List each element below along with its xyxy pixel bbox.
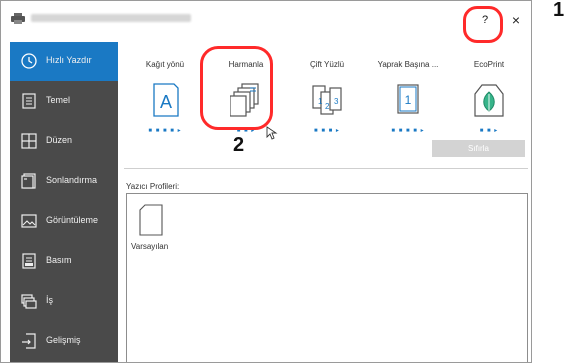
sidebar-item-imaging[interactable]: Görüntüleme xyxy=(10,202,118,241)
tile-orientation[interactable]: Kağıt yönü A ■ ■ ■ ■ ▸ xyxy=(125,50,205,160)
close-button[interactable]: × xyxy=(506,11,526,29)
tile-label: Kağıt yönü xyxy=(145,60,185,69)
svg-text:2: 2 xyxy=(325,102,330,111)
printer-profiles-list[interactable]: Varsayılan xyxy=(126,193,528,362)
sidebar: Hızlı Yazdır Temel Düzen Sonlandırma Gör… xyxy=(10,42,118,362)
arrow-into-page-icon xyxy=(22,333,36,349)
reset-button[interactable]: Sıfırla xyxy=(432,140,525,157)
sidebar-item-basic[interactable]: Temel xyxy=(10,82,118,121)
image-icon xyxy=(21,214,37,228)
tile-label: Yaprak Başına ... xyxy=(377,60,439,69)
svg-text:3: 3 xyxy=(334,97,339,106)
sidebar-item-label: Basım xyxy=(46,255,72,265)
sidebar-item-label: Hızlı Yazdır xyxy=(46,55,92,65)
profile-page-icon xyxy=(139,204,163,236)
svg-text:1: 1 xyxy=(405,93,412,107)
svg-text:A: A xyxy=(160,92,172,112)
option-indicator: ■ ■ ■ ■ ▸ xyxy=(148,128,182,134)
profile-label: Varsayılan xyxy=(131,242,169,251)
sidebar-item-finishing[interactable]: Sonlandırma xyxy=(10,162,118,201)
duplex-pages-icon: 1 2 3 xyxy=(312,85,342,115)
portrait-page-a-icon: A xyxy=(153,83,179,117)
sidebar-item-label: Düzen xyxy=(46,135,73,145)
callout-circle-help xyxy=(463,6,503,43)
profile-default[interactable]: Varsayılan xyxy=(131,202,181,262)
sidebar-item-job[interactable]: İş xyxy=(10,282,118,321)
stacked-folders-icon xyxy=(21,294,37,309)
sidebar-item-label: Sonlandırma xyxy=(46,175,98,185)
printer-icon xyxy=(11,13,25,24)
pages-per-sheet-icon: 1 xyxy=(397,84,419,114)
callout-circle-collate xyxy=(200,46,273,130)
sidebar-item-label: Temel xyxy=(46,95,71,105)
option-indicator: ■ ■ ▸ xyxy=(479,128,499,134)
printer-profiles-label: Yazıcı Profileri: xyxy=(126,182,180,191)
sidebar-item-label: İş xyxy=(46,295,54,305)
mouse-pointer-icon xyxy=(266,126,278,140)
sidebar-item-label: Gelişmiş xyxy=(46,335,81,345)
clock-icon xyxy=(21,53,37,69)
leaf-icon xyxy=(474,84,504,117)
sidebar-item-layout[interactable]: Düzen xyxy=(10,122,118,161)
stapled-pages-icon xyxy=(21,173,36,189)
callout-number: 1 xyxy=(553,0,565,21)
tile-label: Çift Yüzlü xyxy=(309,60,345,69)
tile-duplex[interactable]: Çift Yüzlü 1 2 3 ■ ■ ■ ▸ xyxy=(287,50,367,160)
title-bar: ? × xyxy=(1,1,531,35)
svg-text:1: 1 xyxy=(318,97,323,106)
grid-icon xyxy=(21,133,37,149)
sidebar-item-quick-print[interactable]: Hızlı Yazdır xyxy=(10,42,118,81)
window-right-edge xyxy=(531,35,532,363)
tile-label: EcoPrint xyxy=(473,60,505,69)
callout-number: 2 xyxy=(233,134,245,156)
sidebar-item-advanced[interactable]: Gelişmiş xyxy=(10,322,118,361)
divider xyxy=(124,168,528,169)
printer-tray-icon xyxy=(22,253,36,269)
option-indicator: ■ ■ ■ ▸ xyxy=(314,128,340,134)
sidebar-item-label: Görüntüleme xyxy=(46,215,99,225)
document-lines-icon xyxy=(22,93,36,109)
option-indicator: ■ ■ ■ ■ ▸ xyxy=(391,128,425,134)
quick-print-panel: Kağıt yönü A ■ ■ ■ ■ ▸ Harmanla ■ ■ ▸ Çi… xyxy=(119,42,531,362)
window-title-blurred xyxy=(31,14,191,22)
sidebar-item-publishing[interactable]: Basım xyxy=(10,242,118,281)
